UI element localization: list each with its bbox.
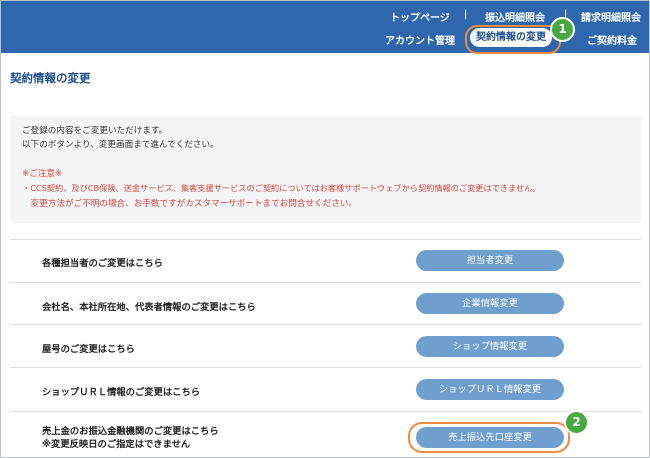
info-box: ご登録の内容をご変更いただけます。 以下のボタンより、変更画面まで進んでください…	[10, 115, 641, 223]
shop-info-change-button[interactable]: ショップ情報変更	[416, 336, 564, 357]
app-window: トップページ | 振込明細照会 | 請求明細照会 アカウント管理 契約情報の変更…	[0, 0, 650, 458]
row-note: ※変更反映日のご指定はできません	[42, 439, 191, 450]
row-label: 会社名、本社所在地、代表者情報のご変更はこちら	[42, 302, 256, 313]
page-title: 契約情報の変更	[10, 71, 91, 85]
nav-top-page[interactable]: トップページ	[390, 9, 450, 24]
nav-separator: |	[464, 9, 468, 20]
row-label: 屋号のご変更はこちら	[42, 344, 135, 355]
nav-billing-details[interactable]: 請求明細照会	[581, 9, 641, 24]
step-badge-2: 2	[564, 410, 589, 435]
header-bar: トップページ | 振込明細照会 | 請求明細照会 アカウント管理 契約情報の変更…	[1, 1, 649, 54]
row-label: ショップＵＲＬ情報のご変更はこちら	[42, 387, 201, 398]
shop-url-change-button[interactable]: ショップＵＲＬ情報変更	[416, 379, 564, 400]
list-item: 屋号のご変更はこちら ショップ情報変更	[10, 324, 641, 368]
nav-contract-fee[interactable]: ご契約料金	[587, 32, 637, 47]
step-badge-1: 1	[550, 17, 575, 42]
highlight-ring	[408, 422, 570, 453]
company-info-change-button[interactable]: 企業情報変更	[416, 293, 564, 314]
notice-title: ※ご注意※	[22, 169, 63, 179]
notice-text: ・CCS契約、及びCB保険、送金サービス、集客支援サービスのご契約についてはお客…	[22, 183, 541, 193]
list-item: ショップＵＲＬ情報のご変更はこちら ショップＵＲＬ情報変更	[10, 367, 641, 410]
nav-transfer-details[interactable]: 振込明細照会	[485, 9, 545, 24]
info-text: ご登録の内容をご変更いただけます。	[22, 126, 168, 136]
row-label: 売上金のお振込金融機関のご変更はこちら	[42, 426, 219, 437]
nav-account-management[interactable]: アカウント管理	[385, 32, 455, 47]
contact-person-change-button[interactable]: 担当者変更	[416, 250, 564, 271]
list-item: 売上金のお振込金融機関のご変更はこちら ※変更反映日のご指定はできません 売上振…	[10, 410, 641, 457]
notice-text: 変更方法がご不明の場合、お手数ですがカスタマーサポートまでお問合せください。	[22, 199, 357, 209]
highlight-ring	[465, 25, 561, 54]
info-text: 以下のボタンより、変更画面まで進んでください。	[22, 140, 219, 150]
row-label: 各種担当者のご変更はこちら	[42, 258, 163, 269]
list-item: 会社名、本社所在地、代表者情報のご変更はこちら 企業情報変更	[10, 282, 641, 325]
list-item: 各種担当者のご変更はこちら 担当者変更	[10, 239, 641, 283]
